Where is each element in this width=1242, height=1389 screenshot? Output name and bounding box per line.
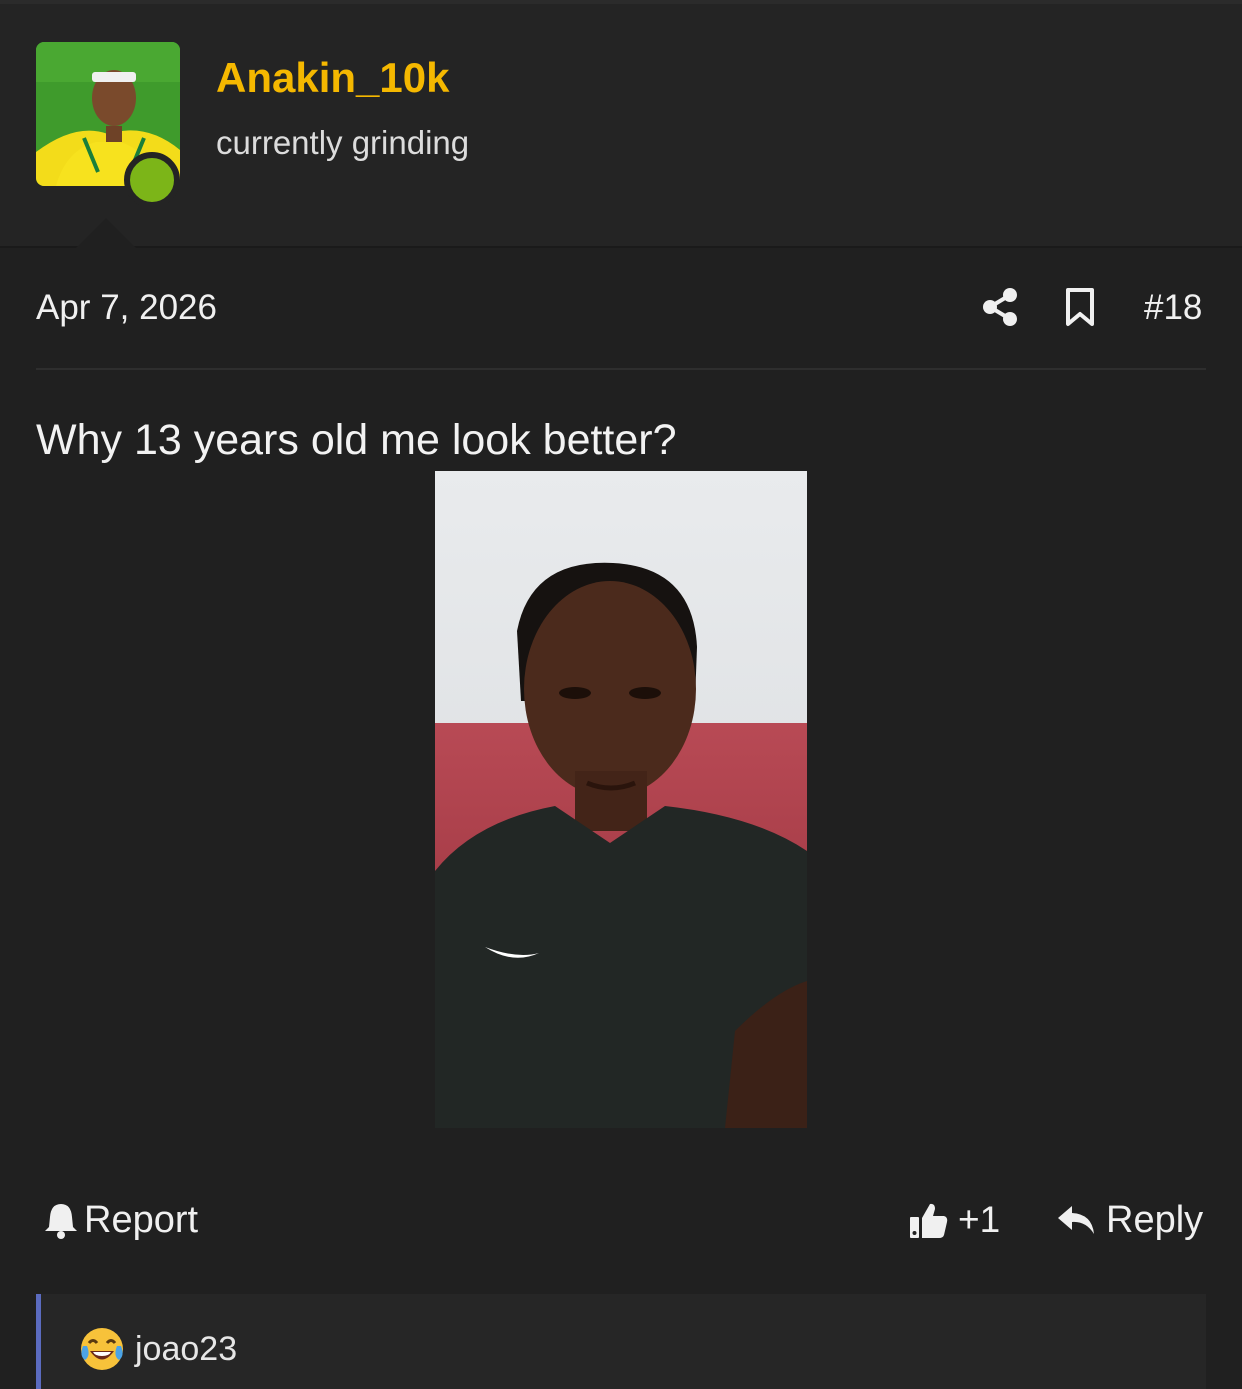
meta-divider bbox=[36, 368, 1206, 370]
bookmark-icon bbox=[1066, 288, 1094, 326]
username[interactable]: Anakin_10k bbox=[216, 54, 449, 102]
report-button[interactable]: Report bbox=[44, 1196, 198, 1244]
selfie-photo bbox=[435, 471, 807, 1128]
thumbs-up-icon bbox=[910, 1203, 948, 1238]
user-header: Anakin_10k currently grinding bbox=[0, 4, 1242, 252]
bell-icon bbox=[45, 1204, 77, 1239]
header-pointer bbox=[72, 218, 140, 252]
reply-arrow-icon bbox=[1058, 1206, 1094, 1234]
tears-of-joy-emoji-icon bbox=[81, 1328, 123, 1370]
post-date[interactable]: Apr 7, 2026 bbox=[36, 288, 217, 328]
report-label: Report bbox=[84, 1198, 199, 1241]
reaction-username[interactable]: joao23 bbox=[135, 1330, 237, 1369]
share-icon bbox=[983, 288, 1017, 326]
user-title: currently grinding bbox=[216, 124, 470, 161]
bookmark-button[interactable] bbox=[1062, 286, 1098, 328]
reaction-list: joao23 bbox=[36, 1294, 1206, 1389]
like-count: +1 bbox=[958, 1199, 1001, 1240]
post-text: Why 13 years old me look better? bbox=[36, 416, 677, 464]
online-status-indicator bbox=[124, 152, 180, 208]
post-image[interactable] bbox=[435, 471, 807, 1128]
post-number-link[interactable]: #18 bbox=[1144, 288, 1202, 328]
like-button[interactable]: +1 bbox=[908, 1196, 1000, 1244]
reply-label: Reply bbox=[1106, 1198, 1204, 1241]
reply-button[interactable]: Reply bbox=[1056, 1196, 1203, 1244]
share-button[interactable] bbox=[980, 286, 1020, 328]
